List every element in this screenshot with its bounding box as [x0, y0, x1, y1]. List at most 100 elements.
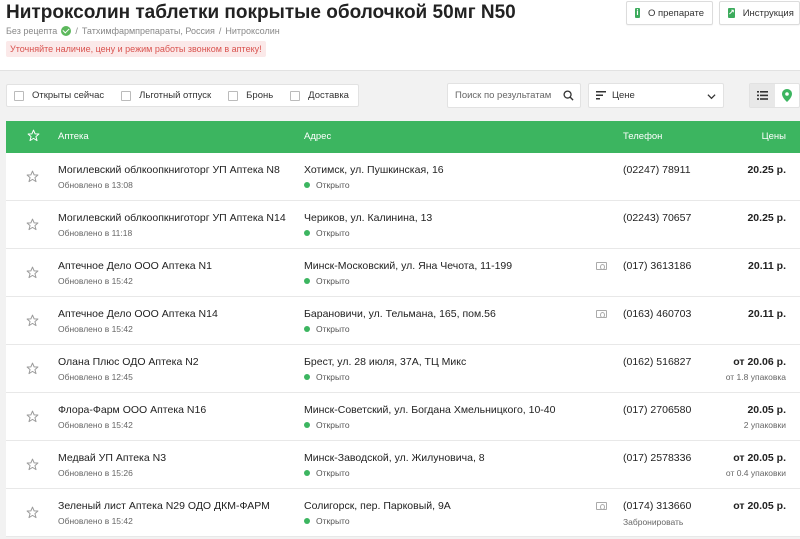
pharmacy-name[interactable]: Флора-Фарм ООО Аптека N16 — [58, 404, 206, 416]
preferential-checkbox[interactable] — [121, 90, 132, 101]
pharmacy-name[interactable]: Могилевский облкоопкниготорг УП Аптека N… — [58, 212, 286, 224]
star-icon[interactable] — [26, 458, 39, 471]
breadcrumb-separator: / — [75, 26, 78, 36]
updated-time: Обновлено в 13:08 — [58, 180, 133, 190]
updated-time: Обновлено в 15:26 — [58, 468, 133, 478]
list-view-button[interactable] — [750, 84, 775, 107]
open-status: Открыто — [304, 372, 350, 382]
info-icon: i — [635, 8, 640, 18]
filter-preferential[interactable]: Льготный отпуск — [121, 90, 211, 101]
instruction-button[interactable]: ↗ Инструкция — [719, 1, 800, 25]
sort-select[interactable]: Цене — [588, 83, 724, 108]
check-circle-icon — [61, 26, 72, 36]
header-phone[interactable]: Телефон — [623, 131, 662, 142]
search-icon[interactable] — [563, 90, 574, 101]
table-row[interactable]: Аптечное Дело ООО Аптека N1 Обновлено в 1… — [6, 249, 800, 297]
pharmacy-phone[interactable]: (017) 3613186 — [623, 260, 691, 272]
status-text: Открыто — [316, 324, 350, 334]
status-text: Открыто — [316, 516, 350, 526]
star-icon[interactable] — [27, 129, 40, 142]
table-header: Аптека Адрес Телефон Цены — [6, 121, 800, 153]
pharmacy-name[interactable]: Аптечное Дело ООО Аптека N14 — [58, 308, 218, 320]
filter-reserve[interactable]: Бронь — [228, 90, 273, 101]
filter-open-now[interactable]: Открыты сейчас — [14, 90, 104, 101]
pharmacy-address[interactable]: Барановичи, ул. Тельмана, 165, пом.56 — [304, 308, 496, 320]
star-icon[interactable] — [26, 218, 39, 231]
pharmacy-address[interactable]: Минск-Московский, ул. Яна Чечота, 11-199 — [304, 260, 512, 272]
price: 20.25 р. — [747, 212, 786, 224]
pharmacy-phone[interactable]: (0162) 516827 — [623, 356, 691, 368]
pharmacy-address[interactable]: Минск-Советский, ул. Богдана Хмельницког… — [304, 404, 555, 416]
star-icon[interactable] — [26, 506, 39, 519]
table-row[interactable]: Флора-Фарм ООО Аптека N16 Обновлено в 15:… — [6, 393, 800, 441]
pharmacy-address[interactable]: Хотимск, ул. Пушкинская, 16 — [304, 164, 444, 176]
filter-delivery[interactable]: Доставка — [290, 90, 349, 101]
breadcrumb: Без рецепта / Татхимфармпрепараты, Росси… — [6, 26, 284, 36]
document-icon: ↗ — [728, 8, 735, 18]
pharmacy-phone[interactable]: (02247) 78911 — [623, 164, 691, 176]
pharmacy-phone[interactable]: (02243) 70657 — [623, 212, 691, 224]
pharmacy-name[interactable]: Олана Плюс ОДО Аптека N2 — [58, 356, 199, 368]
about-drug-button[interactable]: i О препарате — [626, 1, 713, 25]
status-text: Открыто — [316, 468, 350, 478]
status-dot — [304, 470, 310, 476]
reserve-checkbox[interactable] — [228, 90, 239, 101]
star-icon[interactable] — [26, 266, 39, 279]
table-row[interactable]: Могилевский облкоопкниготорг УП Аптека N… — [6, 201, 800, 249]
search-input[interactable] — [455, 90, 560, 101]
table-row[interactable]: Олана Плюс ОДО Аптека N2 Обновлено в 12:4… — [6, 345, 800, 393]
map-pin-icon — [781, 89, 792, 102]
open-status: Открыто — [304, 516, 350, 526]
updated-time: Обновлено в 15:42 — [58, 420, 133, 430]
status-dot — [304, 374, 310, 380]
open-status: Открыто — [304, 276, 350, 286]
star-icon[interactable] — [26, 314, 39, 327]
chevron-down-icon — [707, 94, 716, 100]
updated-time: Обновлено в 12:45 — [58, 372, 133, 382]
pharmacy-list: Могилевский облкоопкниготорг УП Аптека N… — [6, 153, 800, 537]
price: 20.11 р. — [748, 308, 786, 320]
pharmacy-phone[interactable]: (0163) 460703 — [623, 308, 691, 320]
pharmacy-address[interactable]: Брест, ул. 28 июля, 37А, ТЦ Микс — [304, 356, 466, 368]
pharmacy-name[interactable]: Зеленый лист Аптека N29 ОДО ДКМ-ФАРМ — [58, 500, 270, 512]
cash-icon — [596, 262, 607, 270]
breadcrumb-category[interactable]: Нитроксолин — [225, 26, 279, 36]
table-row[interactable]: Медвай УП Аптека N3 Обновлено в 15:26 Минс… — [6, 441, 800, 489]
price: от 20.05 р. — [733, 500, 786, 512]
pharmacy-phone[interactable]: (017) 2706580 — [623, 404, 691, 416]
table-row[interactable]: Могилевский облкоопкниготорг УП Аптека N… — [6, 153, 800, 201]
status-dot — [304, 518, 310, 524]
breadcrumb-separator: / — [218, 26, 222, 36]
header-address[interactable]: Адрес — [304, 131, 331, 142]
view-switcher — [749, 83, 800, 108]
pharmacy-phone[interactable]: (0174) 313660 — [623, 500, 691, 512]
prescription-label: Без рецепта — [6, 26, 58, 36]
table-row[interactable]: Зеленый лист Аптека N29 ОДО ДКМ-ФАРМ Обно… — [6, 489, 800, 537]
open-status: Открыто — [304, 468, 350, 478]
open-status: Открыто — [304, 324, 350, 334]
reserve-link[interactable]: Забронировать — [623, 517, 683, 527]
preferential-label: Льготный отпуск — [139, 90, 212, 101]
pharmacy-address[interactable]: Солигорск, пер. Парковый, 9А — [304, 500, 451, 512]
open-now-checkbox[interactable] — [14, 90, 24, 101]
pharmacy-name[interactable]: Могилевский облкоопкниготорг УП Аптека N… — [58, 164, 280, 176]
header-prices[interactable]: Цены — [762, 131, 786, 142]
pharmacy-name[interactable]: Аптечное Дело ООО Аптека N1 — [58, 260, 212, 272]
pharmacy-name[interactable]: Медвай УП Аптека N3 — [58, 452, 166, 464]
star-icon[interactable] — [26, 170, 39, 183]
delivery-checkbox[interactable] — [290, 90, 301, 101]
page-header: Нитроксолин таблетки покрытые оболочкой … — [0, 0, 800, 71]
pack-quantity: от 1.8 упаковка — [725, 372, 786, 382]
pharmacy-address[interactable]: Чериков, ул. Калинина, 13 — [304, 212, 432, 224]
map-view-button[interactable] — [775, 84, 800, 107]
sort-value: Цене — [612, 90, 635, 101]
filter-bar: Открыты сейчас Льготный отпуск Бронь Дос… — [6, 84, 359, 107]
pharmacy-phone[interactable]: (017) 2578336 — [623, 452, 691, 464]
breadcrumb-manufacturer[interactable]: Татхимфармпрепараты, Россия — [82, 26, 215, 36]
about-drug-label: О препарате — [647, 7, 704, 19]
star-icon[interactable] — [26, 410, 39, 423]
pharmacy-address[interactable]: Минск-Заводской, ул. Жилуновича, 8 — [304, 452, 485, 464]
table-row[interactable]: Аптечное Дело ООО Аптека N14 Обновлено в … — [6, 297, 800, 345]
header-pharmacy[interactable]: Аптека — [58, 131, 89, 142]
star-icon[interactable] — [26, 362, 39, 375]
